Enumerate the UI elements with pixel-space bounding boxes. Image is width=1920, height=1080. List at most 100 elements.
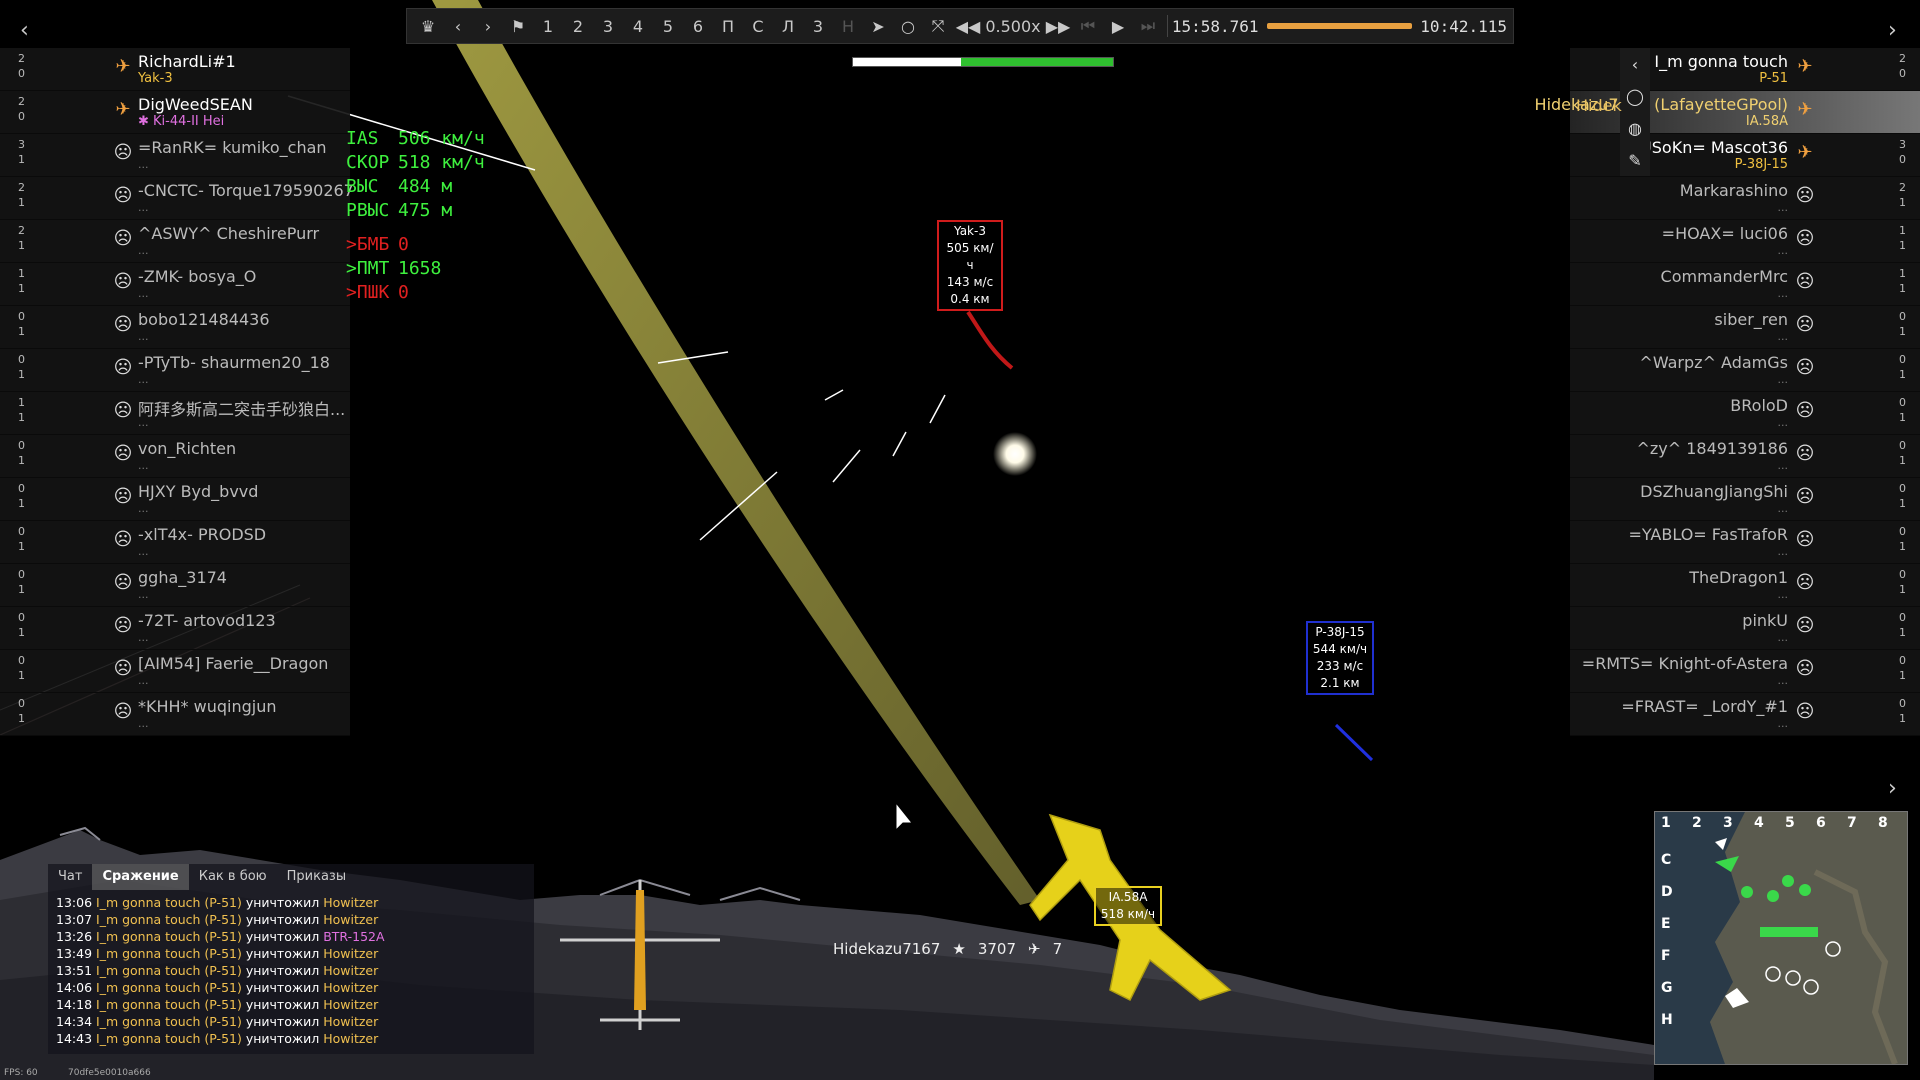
right-player-row[interactable]: 1 1 ☹ =HOAX= luci06...: [1570, 220, 1920, 263]
replay-progress-slider[interactable]: [1266, 23, 1413, 29]
aircraft-icon: ✈: [1797, 99, 1813, 120]
ias-value: 506 км/ч: [398, 128, 485, 149]
tab-orders[interactable]: Приказы: [277, 864, 356, 890]
session-id: 70dfe5e0010a666: [68, 1068, 151, 1078]
minimap-toggle-icon[interactable]: ›: [1888, 776, 1897, 801]
highlighted-player-overflow: Hidek: [1576, 96, 1622, 115]
player-stats: 11: [18, 395, 25, 425]
left-player-row[interactable]: 3 1 ☹ =RanRK= kumiko_chan...: [0, 134, 350, 177]
brush-icon[interactable]: ✎: [1620, 144, 1650, 176]
right-player-row[interactable]: 0 1 ☹ BRoloD...: [1570, 392, 1920, 435]
marker-icon[interactable]: ○: [895, 12, 921, 40]
flag-icon[interactable]: ⚑: [505, 12, 531, 40]
left-player-row[interactable]: 2 0 ✈ DigWeedSEAN ✱ Ki-44-II Hei: [0, 91, 350, 134]
left-player-row[interactable]: 1 1 ☹ -ZMK- bosya_O...: [0, 263, 350, 306]
left-player-row[interactable]: 2 1 ☹ -CNCTC- Torque179590267...: [0, 177, 354, 220]
right-player-row[interactable]: 1 1 ☹ CommanderMrc...: [1570, 263, 1920, 306]
player-vehicle: ...: [138, 459, 149, 472]
trophy-icon[interactable]: ♛: [415, 12, 441, 40]
tab-battle[interactable]: Сражение: [92, 864, 189, 890]
chat-vehicle: (P-51): [204, 946, 242, 961]
player-vehicle: ...: [1777, 330, 1789, 343]
player-name: I_m gonna touch: [1654, 52, 1788, 71]
left-player-row[interactable]: 0 1 ☹ von_Richten...: [0, 435, 350, 478]
camera-3alt-button[interactable]: 3: [805, 12, 831, 40]
right-player-row[interactable]: 0 1 ☹ =FRAST= _LordY_#1...: [1570, 693, 1920, 736]
right-player-row[interactable]: 0 1 ☹ ^Warpz^ AdamGs...: [1570, 349, 1920, 392]
left-player-row[interactable]: 2 0 ✈ RichardLi#1 Yak-3: [0, 48, 350, 91]
ias-label: IAS: [346, 128, 379, 149]
deaths-count: 1: [18, 196, 25, 209]
camera-p-button[interactable]: П: [715, 12, 741, 40]
marker-icon[interactable]: ◯: [1620, 80, 1650, 112]
next-icon[interactable]: ›: [475, 12, 501, 40]
left-player-row[interactable]: 0 1 ☹ bobo121484436...: [0, 306, 350, 349]
minimap[interactable]: 1 2 3 4 5 6 7 8 CDEFGH: [1654, 811, 1908, 1065]
player-name: =HOAX= luci06: [1661, 224, 1788, 243]
tab-chat[interactable]: Чат: [48, 864, 92, 890]
right-player-row[interactable]: 0 1 ☹ =YABLO= FasTrafoR...: [1570, 521, 1920, 564]
left-player-row[interactable]: 0 1 ☹ -72T- artovod123...: [0, 607, 350, 650]
right-player-row[interactable]: 0 1 ☹ TheDragon1...: [1570, 564, 1920, 607]
left-player-row[interactable]: 0 1 ☹ *KHH* wuqingjun...: [0, 693, 350, 736]
kills-count: 0: [18, 525, 25, 538]
left-player-row[interactable]: 0 1 ☹ ggha_3174...: [0, 564, 350, 607]
player-vehicle: ...: [138, 416, 149, 429]
camera-2-button[interactable]: 2: [565, 12, 591, 40]
right-player-row[interactable]: 0 1 ☹ pinkU...: [1570, 607, 1920, 650]
chat-actor: I_m gonna touch: [96, 963, 201, 978]
altitude-label: ВЫС: [346, 176, 379, 197]
right-player-row[interactable]: 2 1 ☹ Markarashino...: [1570, 177, 1920, 220]
chat-target: Howitzer: [323, 1031, 379, 1046]
left-player-row[interactable]: 2 1 ☹ ^ASWY^ CheshirePurr...: [0, 220, 350, 263]
fast-forward-icon[interactable]: ▶▶: [1045, 12, 1071, 40]
skip-back-icon[interactable]: ⏮: [1075, 12, 1101, 40]
player-stats: 11: [1899, 223, 1906, 253]
player-name: pinkU: [1742, 611, 1788, 630]
camera-3-button[interactable]: 3: [595, 12, 621, 40]
kills-count: 0: [18, 482, 25, 495]
target-name: P-38J-15: [1315, 625, 1365, 639]
player-stats: 21: [18, 180, 25, 210]
speed-label: СКОР: [346, 152, 390, 173]
right-player-row[interactable]: 0 1 ☹ =RMTS= Knight-of-Astera...: [1570, 650, 1920, 693]
deaths-count: 1: [18, 669, 25, 682]
collapse-icon[interactable]: ‹: [1620, 48, 1650, 80]
chat-target: Howitzer: [323, 980, 379, 995]
camera-l-button[interactable]: Л: [775, 12, 801, 40]
chat-target: Howitzer: [323, 912, 379, 927]
chat-time: 13:06: [56, 895, 93, 910]
left-player-row[interactable]: 0 1 ☹ HJXY Byd_bvvd...: [0, 478, 350, 521]
target-name: Yak-3: [954, 224, 986, 238]
kills-count: 0: [1899, 482, 1906, 495]
left-panel-toggle-icon[interactable]: ‹: [20, 18, 29, 43]
deaths-count: 1: [1899, 196, 1906, 209]
camera-4-button[interactable]: 4: [625, 12, 651, 40]
right-player-row[interactable]: 0 1 ☹ ^zy^ 1849139186...: [1570, 435, 1920, 478]
left-player-row[interactable]: 1 1 ☹ 阿拜多斯高二突击手砂狼白......: [0, 392, 350, 435]
play-icon[interactable]: ▶: [1105, 12, 1131, 40]
minimap-row-label: E: [1661, 916, 1671, 932]
camera-5-button[interactable]: 5: [655, 12, 681, 40]
camera-n-button[interactable]: Н: [835, 12, 861, 40]
camera-6-button[interactable]: 6: [685, 12, 711, 40]
pilot-dead-icon: ☹: [1795, 572, 1815, 593]
camera-s-button[interactable]: С: [745, 12, 771, 40]
target-speed: 544 км/ч: [1312, 642, 1368, 656]
crop-icon[interactable]: ⤧: [925, 12, 951, 40]
tab-in-battle[interactable]: Как в бою: [189, 864, 277, 890]
right-player-row[interactable]: 0 1 ☹ siber_ren...: [1570, 306, 1920, 349]
skip-forward-icon[interactable]: ⏭: [1135, 12, 1161, 40]
right-player-row[interactable]: 0 1 ☹ DSZhuangJiangShi...: [1570, 478, 1920, 521]
right-panel-toggle-icon[interactable]: ›: [1888, 18, 1897, 43]
left-player-row[interactable]: 0 1 ☹ [AIM54] Faerie__Dragon...: [0, 650, 350, 693]
prev-icon[interactable]: ‹: [445, 12, 471, 40]
rewind-icon[interactable]: ◀◀: [955, 12, 981, 40]
pointer-icon[interactable]: ➤: [865, 12, 891, 40]
chat-target: Howitzer: [323, 997, 379, 1012]
camera-1-button[interactable]: 1: [535, 12, 561, 40]
left-player-row[interactable]: 0 1 ☹ -xlT4x- PRODSD...: [0, 521, 350, 564]
left-player-row[interactable]: 0 1 ☹ -PTyTb- shaurmen20_18...: [0, 349, 350, 392]
chat-vehicle: (P-51): [204, 912, 242, 927]
globe-icon[interactable]: ◍: [1620, 112, 1650, 144]
